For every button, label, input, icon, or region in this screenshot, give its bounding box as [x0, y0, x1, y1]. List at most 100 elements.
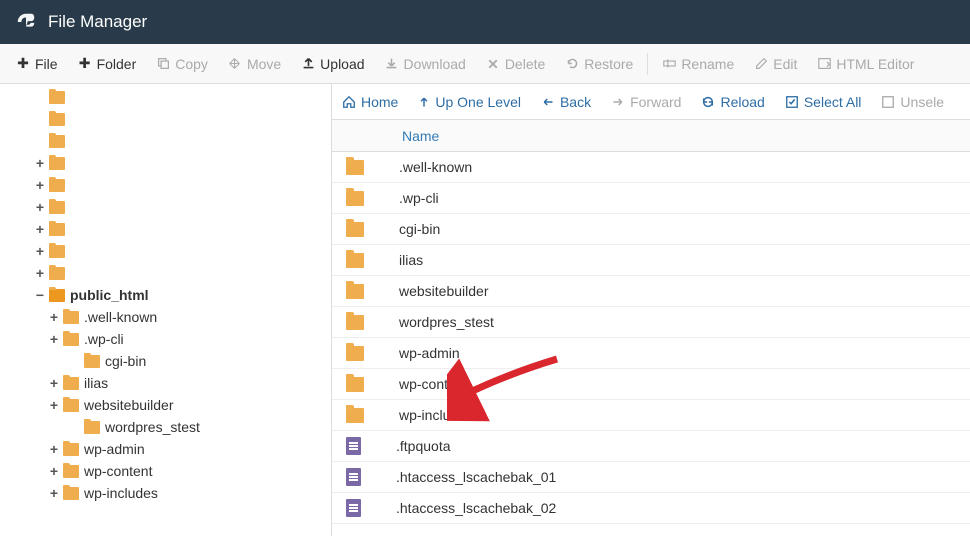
tree-toggle[interactable]: +	[48, 464, 60, 478]
file-row[interactable]: wp-content	[332, 369, 970, 400]
tree-toggle[interactable]: +	[34, 222, 46, 236]
folder-icon	[49, 223, 65, 236]
folder-icon	[49, 135, 65, 148]
delete-button[interactable]: Delete	[476, 50, 555, 78]
square-icon	[881, 95, 895, 109]
move-button[interactable]: Move	[218, 50, 291, 78]
file-name: wp-admin	[374, 345, 460, 361]
copy-button[interactable]: Copy	[146, 50, 218, 78]
folder-icon	[49, 289, 65, 302]
file-row[interactable]: cgi-bin	[332, 214, 970, 245]
download-button[interactable]: Download	[375, 50, 476, 78]
folder-icon	[63, 311, 79, 324]
cpanel-logo-icon	[14, 11, 38, 33]
tree-item[interactable]: + websitebuilder	[0, 394, 331, 416]
tree-label: ilias	[84, 375, 108, 391]
tree-label: wordpres_stest	[105, 419, 200, 435]
upload-icon	[301, 57, 315, 71]
tree-item[interactable]: +	[0, 174, 331, 196]
tree-toggle[interactable]: +	[34, 156, 46, 170]
tree-label: websitebuilder	[84, 397, 174, 413]
tree-label: .wp-cli	[84, 331, 124, 347]
file-row[interactable]: ilias	[332, 245, 970, 276]
file-name: wp-includes	[374, 407, 473, 423]
folder-icon	[49, 157, 65, 170]
tree-item[interactable]: + .wp-cli	[0, 328, 331, 350]
main-toolbar: ✚File ✚Folder Copy Move Upload Download …	[0, 44, 970, 84]
tree-toggle[interactable]: +	[34, 244, 46, 258]
main-panel: Home Up One Level Back Forward Reload Se…	[332, 84, 970, 536]
edit-button[interactable]: Edit	[744, 50, 807, 78]
restore-button[interactable]: Restore	[555, 50, 643, 78]
tree-toggle[interactable]: +	[48, 398, 60, 412]
back-button[interactable]: Back	[541, 94, 591, 110]
up-button[interactable]: Up One Level	[418, 94, 521, 110]
file-name: cgi-bin	[374, 221, 440, 237]
tree-item[interactable]: +.well-known	[0, 306, 331, 328]
folder-icon	[346, 377, 364, 392]
tree-item[interactable]: +wp-admin	[0, 438, 331, 460]
tree-item[interactable]: +	[0, 152, 331, 174]
file-row[interactable]: .htaccess_lscachebak_02	[332, 493, 970, 524]
download-icon	[385, 57, 399, 71]
folder-icon	[63, 443, 79, 456]
folder-icon	[346, 346, 364, 361]
tree-item[interactable]: wordpres_stest	[0, 416, 331, 438]
app-header: File Manager	[0, 0, 970, 44]
tree-toggle[interactable]: +	[48, 486, 60, 500]
folder-icon	[63, 399, 79, 412]
tree-toggle[interactable]: −	[34, 288, 46, 302]
file-row[interactable]: wordpres_stest	[332, 307, 970, 338]
file-row[interactable]: .htaccess_lscachebak_01	[332, 462, 970, 493]
tree-item[interactable]	[0, 108, 331, 130]
tree-label: cgi-bin	[105, 353, 146, 369]
file-name: .wp-cli	[374, 190, 439, 206]
tree-item[interactable]: +	[0, 262, 331, 284]
home-button[interactable]: Home	[342, 94, 398, 110]
upload-button[interactable]: Upload	[291, 50, 374, 78]
column-name[interactable]: Name	[402, 128, 439, 144]
tree-toggle[interactable]: +	[48, 376, 60, 390]
file-name: .htaccess_lscachebak_01	[371, 469, 556, 485]
html-editor-button[interactable]: HTML Editor	[807, 50, 924, 78]
pencil-icon	[754, 57, 768, 71]
unselect-button[interactable]: Unsele	[881, 94, 944, 110]
back-arrow-icon	[541, 96, 555, 108]
tree-item[interactable]	[0, 86, 331, 108]
tree-toggle[interactable]: +	[34, 266, 46, 280]
tree-toggle[interactable]: +	[34, 200, 46, 214]
reload-button[interactable]: Reload	[701, 94, 764, 110]
file-row[interactable]: .well-known	[332, 152, 970, 183]
tree-toggle[interactable]: +	[34, 178, 46, 192]
file-row[interactable]: wp-includes	[332, 400, 970, 431]
forward-button[interactable]: Forward	[611, 94, 681, 110]
delete-icon	[486, 57, 500, 71]
tree-item[interactable]: −public_html	[0, 284, 331, 306]
tree-toggle[interactable]: +	[48, 332, 60, 346]
file-row[interactable]: wp-admin	[332, 338, 970, 369]
tree-item[interactable]: + wp-includes	[0, 482, 331, 504]
folder-icon	[49, 179, 65, 192]
html-editor-icon	[817, 57, 831, 71]
file-row[interactable]: websitebuilder	[332, 276, 970, 307]
tree-label: wp-includes	[84, 485, 158, 501]
file-icon	[346, 499, 361, 517]
plus-icon: ✚	[78, 57, 92, 71]
file-list: .well-known .wp-cli cgi-bin ilias websitebui…	[332, 152, 970, 536]
file-name: ilias	[374, 252, 423, 268]
tree-item[interactable]	[0, 130, 331, 152]
tree-item[interactable]: +	[0, 218, 331, 240]
new-folder-button[interactable]: ✚Folder	[68, 50, 147, 78]
tree-item[interactable]: +wp-content	[0, 460, 331, 482]
tree-toggle[interactable]: +	[48, 310, 60, 324]
tree-item[interactable]: +	[0, 240, 331, 262]
new-file-button[interactable]: ✚File	[6, 50, 68, 78]
tree-item[interactable]: +	[0, 196, 331, 218]
tree-item[interactable]: + ilias	[0, 372, 331, 394]
select-all-button[interactable]: Select All	[785, 94, 862, 110]
tree-item[interactable]: cgi-bin	[0, 350, 331, 372]
file-row[interactable]: .ftpquota	[332, 431, 970, 462]
tree-toggle[interactable]: +	[48, 442, 60, 456]
file-row[interactable]: .wp-cli	[332, 183, 970, 214]
rename-button[interactable]: Rename	[652, 50, 744, 78]
